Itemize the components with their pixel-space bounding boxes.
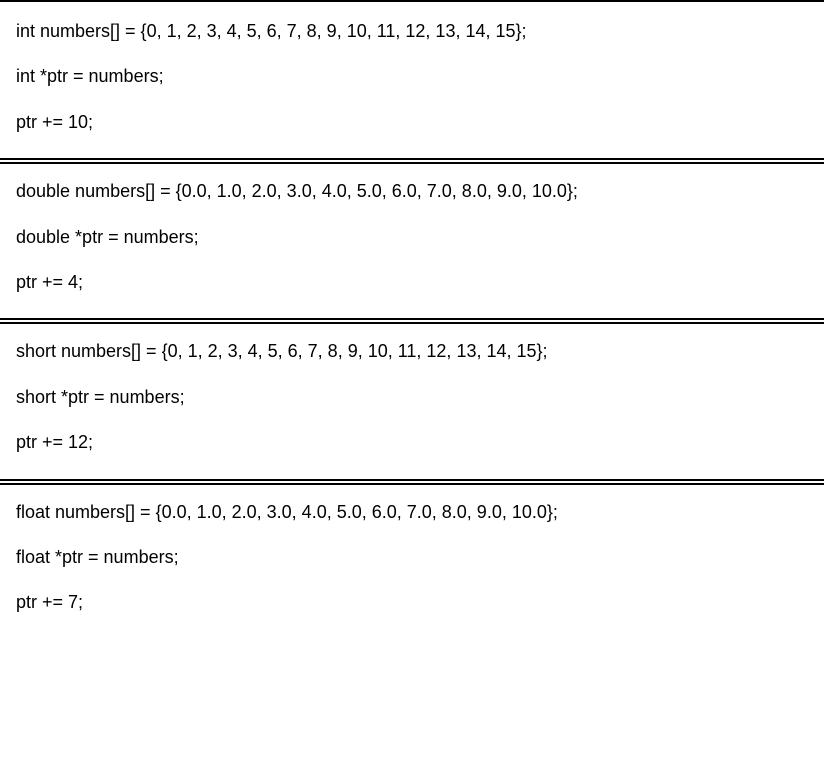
code-line: int *ptr = numbers; [16,65,808,88]
code-line: double numbers[] = {0.0, 1.0, 2.0, 3.0, … [16,180,808,203]
code-line: int numbers[] = {0, 1, 2, 3, 4, 5, 6, 7,… [16,20,808,43]
code-line: float *ptr = numbers; [16,546,808,569]
code-line: ptr += 7; [16,591,808,614]
code-block-short: short numbers[] = {0, 1, 2, 3, 4, 5, 6, … [0,318,824,478]
code-line: ptr += 10; [16,111,808,134]
code-line: double *ptr = numbers; [16,226,808,249]
code-line: short numbers[] = {0, 1, 2, 3, 4, 5, 6, … [16,340,808,363]
code-line: float numbers[] = {0.0, 1.0, 2.0, 3.0, 4… [16,501,808,524]
code-line: short *ptr = numbers; [16,386,808,409]
code-block-double: double numbers[] = {0.0, 1.0, 2.0, 3.0, … [0,158,824,318]
code-line: ptr += 4; [16,271,808,294]
code-line: ptr += 12; [16,431,808,454]
code-block-float: float numbers[] = {0.0, 1.0, 2.0, 3.0, 4… [0,479,824,639]
code-block-int: int numbers[] = {0, 1, 2, 3, 4, 5, 6, 7,… [0,0,824,158]
